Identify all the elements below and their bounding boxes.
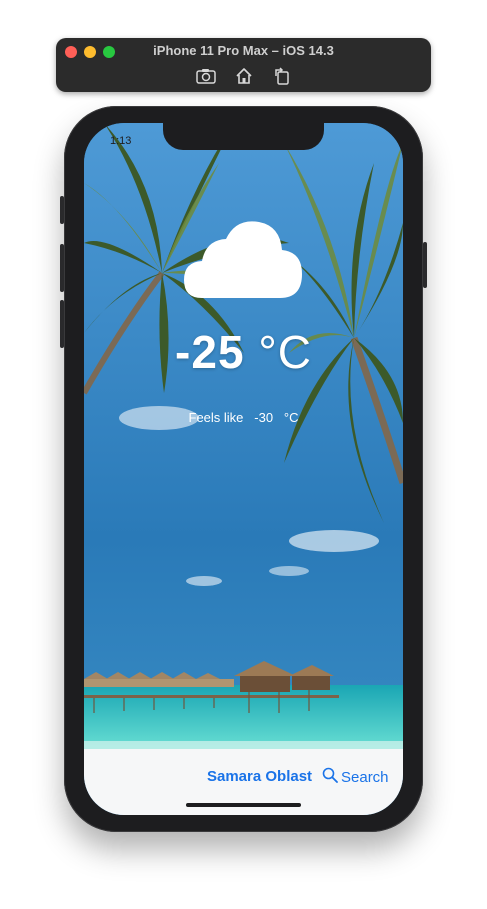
rotate-icon[interactable] [271, 65, 293, 87]
simulator-window: iPhone 11 Pro Max – iOS 14.3 1:13 -25 °C… [0, 0, 487, 909]
temperature-display: -25 °C [84, 325, 403, 379]
iphone-device: 1:13 -25 °C Feels like -30 °C Samara Obl… [60, 106, 427, 832]
volume-up-button [60, 244, 64, 292]
cloud-icon [184, 218, 302, 300]
home-icon[interactable] [233, 65, 255, 87]
feels-like-label: Feels like [188, 410, 244, 425]
feels-like-row: Feels like -30 °C [84, 410, 403, 425]
temperature-value: -25 [175, 326, 245, 378]
feels-like-unit: °C [283, 410, 299, 425]
feels-like-value: -30 [254, 410, 274, 425]
search-button[interactable]: Search [322, 767, 389, 787]
volume-down-button [60, 300, 64, 348]
search-label: Search [341, 768, 389, 786]
simulator-title-bar: iPhone 11 Pro Max – iOS 14.3 [56, 38, 431, 92]
screenshot-icon[interactable] [195, 65, 217, 87]
power-button [423, 242, 427, 288]
simulator-title: iPhone 11 Pro Max – iOS 14.3 [153, 43, 334, 58]
home-indicator[interactable] [186, 803, 301, 807]
simulator-toolbar [56, 65, 431, 87]
status-bar-time: 1:13 [110, 135, 132, 147]
temperature-unit: °C [258, 326, 312, 378]
region-name-link[interactable]: Samara Oblast [207, 768, 312, 785]
silent-switch [60, 196, 64, 224]
device-notch [163, 123, 324, 150]
search-icon [322, 767, 338, 787]
app-screen: 1:13 -25 °C Feels like -30 °C Samara Obl… [84, 123, 403, 815]
